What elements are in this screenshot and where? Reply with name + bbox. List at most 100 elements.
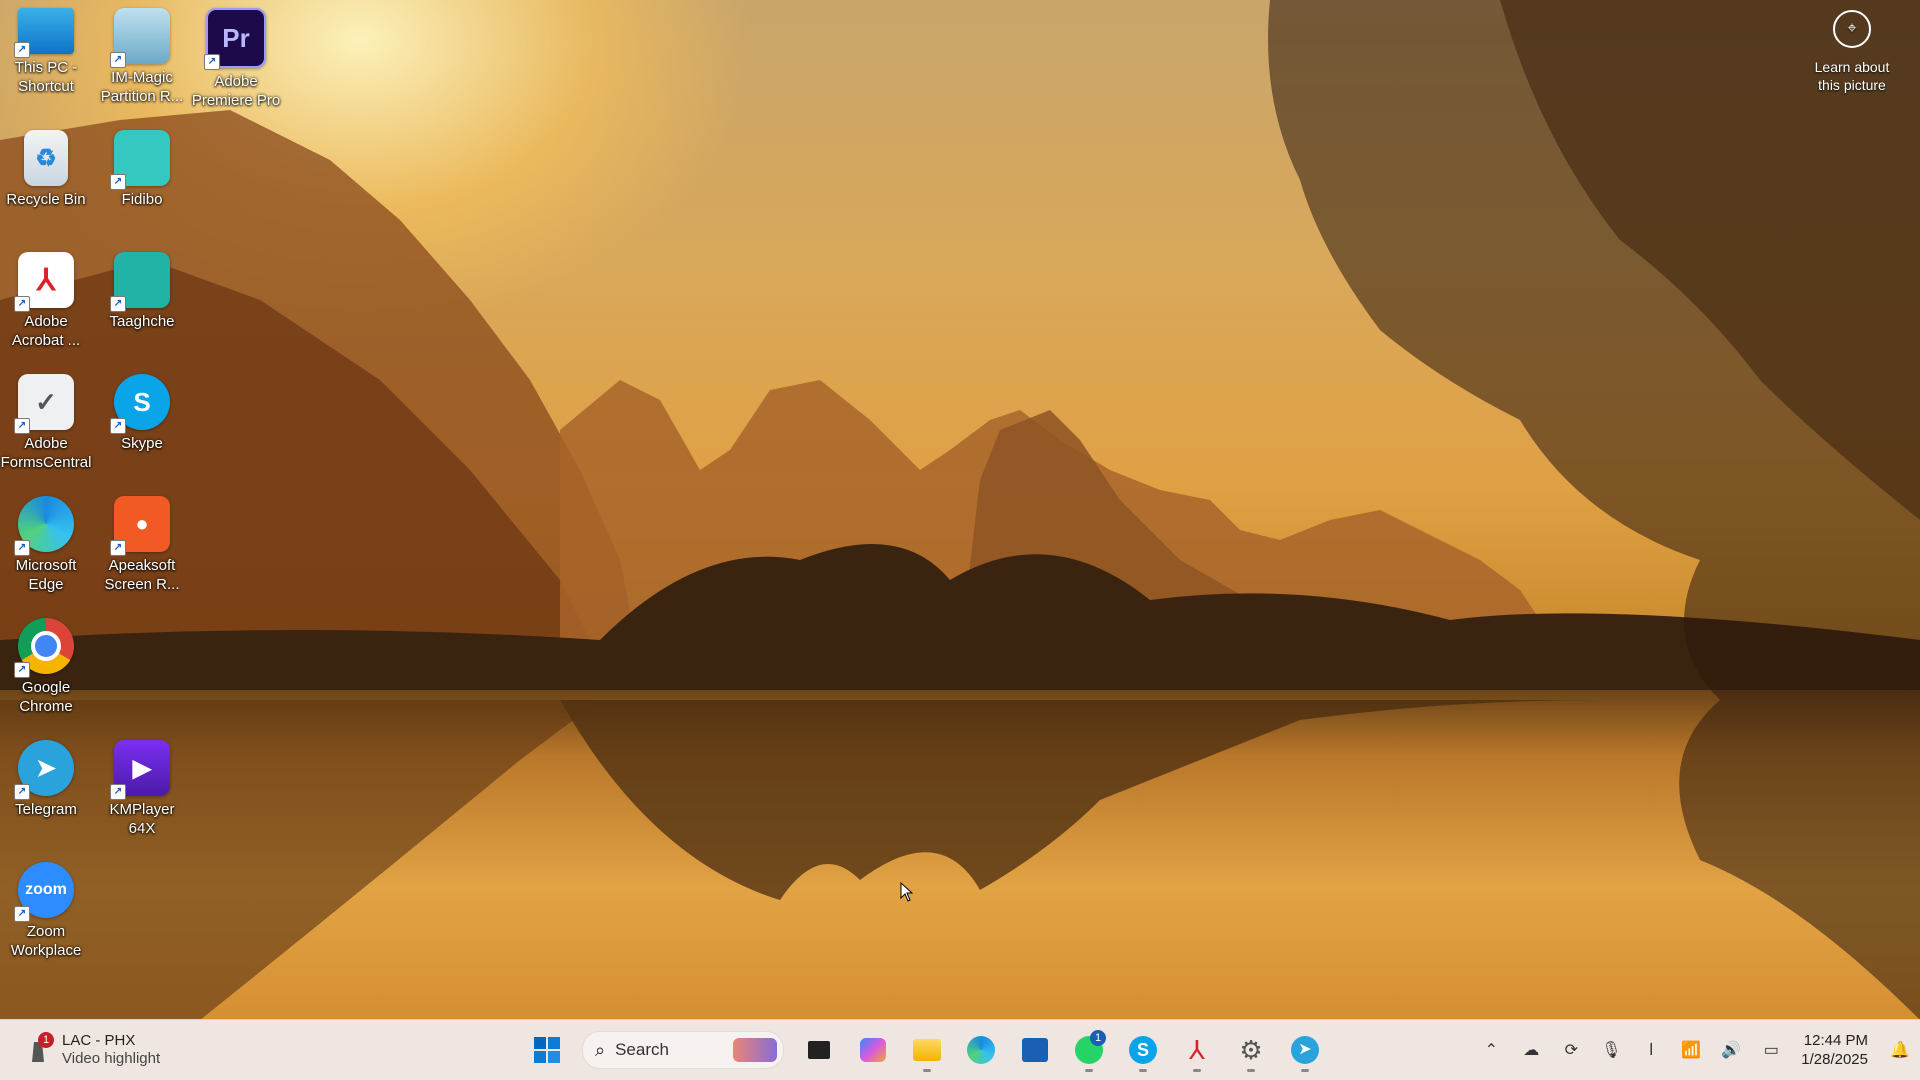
whatsapp-button[interactable]: 1 (1066, 1028, 1112, 1072)
desktop-icon-this-pc[interactable]: ↗ This PC - Shortcut (0, 8, 92, 96)
zoom-glyph: zoom (25, 881, 67, 898)
desktop-icon-apeaksoft[interactable]: ● ↗ Apeaksoft Screen R... (96, 496, 188, 594)
task-view-icon (808, 1041, 830, 1059)
settings-button[interactable]: ⚙ (1228, 1028, 1274, 1072)
desktop-icon-label: Recycle Bin (6, 191, 86, 208)
apeaksoft-icon: ● ↗ (110, 496, 170, 556)
taaghche-icon: ↗ (110, 252, 170, 312)
desktop-icon-label: Adobe Premiere Pro (191, 73, 281, 109)
shortcut-arrow-icon: ↗ (14, 906, 30, 922)
shortcut-arrow-icon: ↗ (14, 662, 30, 678)
kmplayer-icon: ▶ ↗ (110, 740, 170, 800)
volume-icon[interactable]: 🔊 (1716, 1035, 1746, 1065)
sync-icon[interactable]: ⟳ (1556, 1035, 1586, 1065)
desktop-icon-recycle-bin[interactable]: ♻ Recycle Bin (0, 130, 92, 209)
taskbar-search[interactable]: ⌕ Search (582, 1031, 784, 1069)
running-indicator (923, 1069, 931, 1072)
microphone-icon[interactable]: 🎙 (1596, 1035, 1626, 1065)
shortcut-arrow-icon: ↗ (110, 418, 126, 434)
desktop-icon-formscentral[interactable]: ✓ ↗ Adobe FormsCentral (0, 374, 92, 472)
monitor-icon: ↗ (14, 8, 74, 58)
edge-icon (967, 1036, 995, 1064)
mouse-cursor-icon (900, 882, 914, 902)
taskbar: 1 LAC - PHX Video highlight ⌕ Search 1 S… (0, 1019, 1920, 1080)
desktop-icon-label: Apeaksoft Screen R... (104, 557, 180, 593)
desktop-icon-fidibo[interactable]: ↗ Fidibo (96, 130, 188, 209)
store-button[interactable] (1012, 1028, 1058, 1072)
skype-taskbar-button[interactable]: S (1120, 1028, 1166, 1072)
desktop-icon-label: Taaghche (109, 313, 175, 330)
sports-news-icon: 1 (28, 1032, 54, 1064)
gear-icon: ⚙ (1239, 1034, 1263, 1065)
running-indicator (1247, 1069, 1255, 1072)
desktop-icon-label: Zoom Workplace (10, 923, 82, 959)
forms-icon: ✓ ↗ (14, 374, 74, 434)
shortcut-arrow-icon: ↗ (14, 418, 30, 434)
premiere-glyph: Pr (222, 22, 250, 53)
shortcut-arrow-icon: ↗ (110, 540, 126, 556)
desktop-icon-acrobat[interactable]: ⅄ ↗ Adobe Acrobat ... (0, 252, 92, 350)
learn-about-picture[interactable]: ⌖ Learn about this picture (1792, 10, 1912, 94)
language-icon[interactable]: ا (1636, 1035, 1666, 1065)
shortcut-arrow-icon: ↗ (14, 42, 30, 58)
desktop-icon-zoom[interactable]: zoom ↗ Zoom Workplace (0, 862, 92, 960)
desktop-icon-im-magic[interactable]: ↗ IM-Magic Partition R... (96, 8, 188, 106)
desktop-icon-label: Adobe Acrobat ... (11, 313, 81, 349)
desktop-icon-chrome[interactable]: ↗ Google Chrome (0, 618, 92, 716)
skype-glyph: S (133, 386, 151, 417)
search-icon: ⌕ (595, 1039, 606, 1060)
wallpaper (0, 0, 1920, 1020)
windows-icon (534, 1037, 560, 1063)
running-indicator (1301, 1069, 1309, 1072)
shortcut-arrow-icon: ↗ (110, 174, 126, 190)
skype-icon: S (1129, 1036, 1157, 1064)
desktop-icon-label: KMPlayer 64X (109, 801, 175, 837)
onedrive-icon[interactable]: ☁ (1516, 1035, 1546, 1065)
desktop-icon-taaghche[interactable]: ↗ Taaghche (96, 252, 188, 331)
folder-icon (913, 1039, 941, 1061)
notification-widget[interactable]: 1 LAC - PHX Video highlight (28, 1030, 160, 1070)
shortcut-arrow-icon: ↗ (110, 784, 126, 800)
whatsapp-badge: 1 (1090, 1030, 1106, 1046)
learn-about-line1: Learn about (1814, 59, 1890, 75)
chrome-icon: ↗ (14, 618, 74, 678)
telegram-icon: ➤ ↗ (14, 740, 74, 800)
notification-badge: 1 (38, 1032, 54, 1048)
shortcut-arrow-icon: ↗ (14, 540, 30, 556)
clock[interactable]: 12:44 PM 1/28/2025 (1801, 1031, 1868, 1069)
desktop-icon-label: Telegram (15, 801, 77, 818)
wifi-icon[interactable]: 📶 (1676, 1035, 1706, 1065)
telegram-taskbar-button[interactable]: ➤ (1282, 1028, 1328, 1072)
desktop-icon-premiere[interactable]: Pr ↗ Adobe Premiere Pro (190, 8, 282, 110)
battery-icon[interactable]: ▭ (1756, 1035, 1786, 1065)
desktop-icon-telegram[interactable]: ➤ ↗ Telegram (0, 740, 92, 819)
task-view-button[interactable] (796, 1028, 842, 1072)
zoom-icon: zoom ↗ (14, 862, 74, 922)
partition-icon: ↗ (110, 8, 170, 68)
desktop-icon-edge[interactable]: ↗ Microsoft Edge (0, 496, 92, 594)
desktop-icon-kmplayer[interactable]: ▶ ↗ KMPlayer 64X (96, 740, 188, 838)
copilot-icon (860, 1038, 886, 1062)
running-indicator (1193, 1069, 1201, 1072)
file-explorer-button[interactable] (904, 1028, 950, 1072)
desktop-icon-label: Skype (121, 435, 163, 452)
copilot-button[interactable] (850, 1028, 896, 1072)
skype-icon: S ↗ (110, 374, 170, 434)
telegram-icon: ➤ (1291, 1036, 1319, 1064)
learn-about-line2: this picture (1818, 77, 1886, 93)
desktop-icon-label: Google Chrome (19, 679, 73, 715)
running-indicator (1085, 1069, 1093, 1072)
acrobat-taskbar-button[interactable]: ⅄ (1174, 1028, 1220, 1072)
shortcut-arrow-icon: ↗ (14, 784, 30, 800)
desktop-icon-skype[interactable]: S ↗ Skype (96, 374, 188, 453)
notification-subtitle: Video highlight (62, 1050, 161, 1067)
desktop-icon-label: This PC - Shortcut (14, 59, 78, 95)
start-button[interactable] (524, 1028, 570, 1072)
clock-date: 1/28/2025 (1801, 1051, 1868, 1068)
shortcut-arrow-icon: ↗ (204, 54, 220, 70)
chevron-up-icon: ⌃ (1484, 1042, 1498, 1059)
edge-taskbar-button[interactable] (958, 1028, 1004, 1072)
notification-bell-icon[interactable]: 🔔 (1885, 1035, 1915, 1065)
search-label: Search (615, 1040, 669, 1059)
show-hidden-icons-button[interactable]: ⌃ (1476, 1035, 1506, 1065)
